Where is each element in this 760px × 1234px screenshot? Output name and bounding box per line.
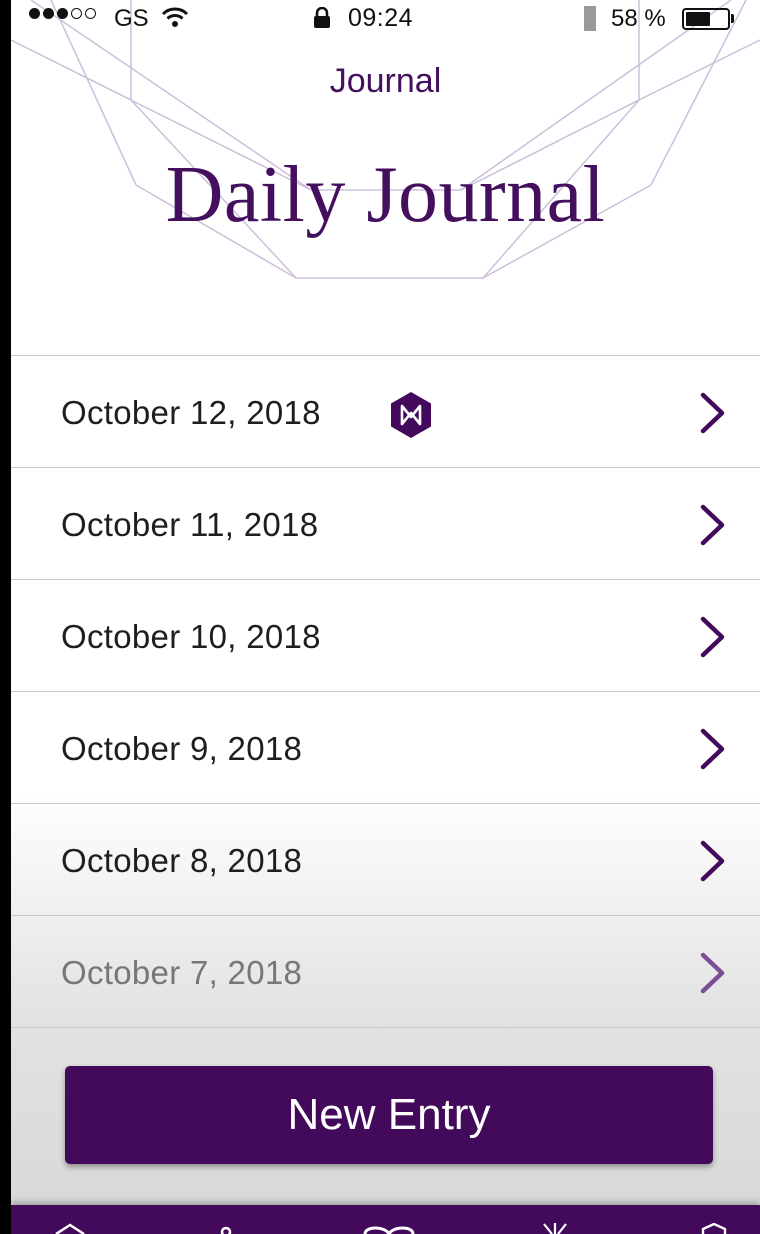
chevron-right-icon xyxy=(700,840,725,882)
tab-bar xyxy=(11,1205,760,1234)
signal-dot xyxy=(85,8,96,19)
status-time: 09:24 xyxy=(348,4,414,32)
journal-entry-list: October 12, 2018 October 11, 2018 Octobe… xyxy=(11,355,760,1028)
chevron-right-icon xyxy=(700,952,725,994)
app-screen: GS 09:24 58 % Journal Daily Journal Octo… xyxy=(11,0,760,1234)
journal-entry-row[interactable]: October 12, 2018 xyxy=(11,355,760,467)
page-title: Daily Journal xyxy=(165,151,606,239)
entry-date: October 11, 2018 xyxy=(61,506,319,543)
chevron-right-icon xyxy=(700,616,725,658)
home-icon[interactable] xyxy=(53,1223,87,1234)
carrier-name: GS xyxy=(114,5,149,32)
new-entry-button[interactable]: New Entry xyxy=(65,1066,713,1164)
entry-date: October 12, 2018 xyxy=(61,394,321,431)
signal-dot xyxy=(29,8,40,19)
signal-dot xyxy=(71,8,82,19)
nav-title: Journal xyxy=(329,62,442,100)
signal-dot xyxy=(57,8,68,19)
lock-icon xyxy=(314,7,330,28)
entry-date: October 10, 2018 xyxy=(61,618,321,655)
chevron-right-icon xyxy=(700,392,725,434)
infinity-icon[interactable] xyxy=(361,1223,417,1234)
journal-entry-row[interactable]: October 9, 2018 xyxy=(11,691,760,803)
journal-entry-row[interactable]: October 10, 2018 xyxy=(11,579,760,691)
entry-date: October 7, 2018 xyxy=(61,954,303,991)
chevron-right-icon xyxy=(700,504,725,546)
battery-icon xyxy=(682,8,730,30)
hexagon-icon[interactable] xyxy=(699,1223,729,1234)
person-icon[interactable] xyxy=(216,1223,236,1234)
chevron-right-icon xyxy=(700,728,725,770)
entry-date: October 9, 2018 xyxy=(61,730,303,767)
battery-tip xyxy=(731,14,734,23)
battery-percent: 58 % xyxy=(611,5,666,32)
entry-date: October 8, 2018 xyxy=(61,842,303,879)
signal-dot xyxy=(43,8,54,19)
journal-entry-row[interactable]: October 8, 2018 xyxy=(11,803,760,915)
journal-entry-row[interactable]: October 11, 2018 xyxy=(11,467,760,579)
sim-indicator xyxy=(584,6,596,31)
signal-strength-icon xyxy=(29,8,96,19)
hexagon-badge-icon xyxy=(391,392,431,438)
journal-entry-row[interactable]: October 7, 2018 xyxy=(11,915,760,1028)
wifi-icon xyxy=(161,7,189,27)
sparkle-icon[interactable] xyxy=(538,1223,572,1234)
status-bar: GS 09:24 58 % xyxy=(11,0,760,40)
